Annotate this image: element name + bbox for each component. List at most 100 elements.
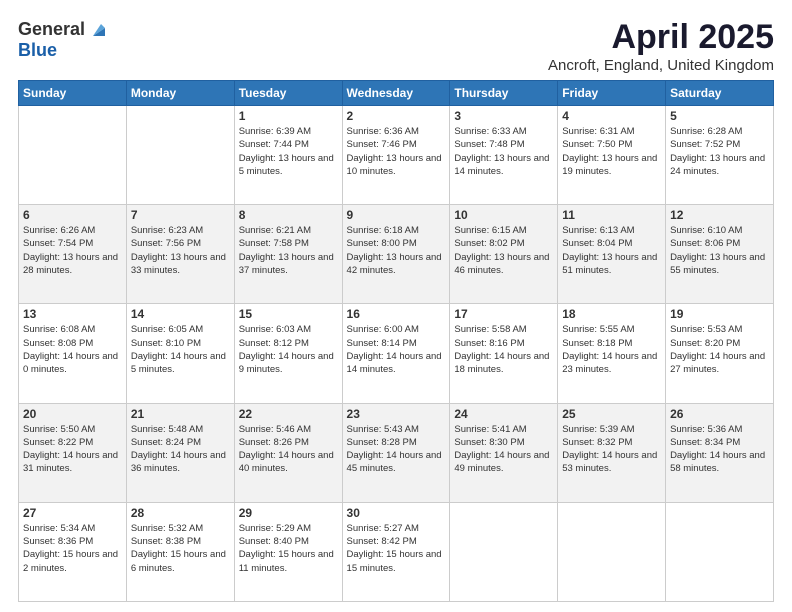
calendar-cell: 21 Sunrise: 5:48 AMSunset: 8:24 PMDayligh… [126,403,234,502]
calendar-cell [558,502,666,601]
calendar-cell: 29 Sunrise: 5:29 AMSunset: 8:40 PMDayligh… [234,502,342,601]
calendar-cell: 18 Sunrise: 5:55 AMSunset: 8:18 PMDayligh… [558,304,666,403]
day-info: Sunrise: 6:03 AMSunset: 8:12 PMDaylight:… [239,323,338,376]
day-info: Sunrise: 5:34 AMSunset: 8:36 PMDaylight:… [23,522,122,575]
week-row-3: 13 Sunrise: 6:08 AMSunset: 8:08 PMDayligh… [19,304,774,403]
day-info: Sunrise: 5:58 AMSunset: 8:16 PMDaylight:… [454,323,553,376]
calendar-cell: 5Sunrise: 6:28 AMSunset: 7:52 PMDaylight… [666,106,774,205]
day-number: 11 [562,208,661,222]
day-number: 7 [131,208,230,222]
day-info: Sunrise: 5:39 AMSunset: 8:32 PMDaylight:… [562,423,661,476]
week-row-4: 20 Sunrise: 5:50 AMSunset: 8:22 PMDayligh… [19,403,774,502]
day-info: Sunrise: 6:23 AMSunset: 7:56 PMDaylight:… [131,224,230,277]
calendar-cell [450,502,558,601]
day-number: 19 [670,307,769,321]
calendar-cell: 6 Sunrise: 6:26 AMSunset: 7:54 PMDaylight… [19,205,127,304]
day-number: 10 [454,208,553,222]
day-info: Sunrise: 6:31 AMSunset: 7:50 PMDaylight:… [562,125,661,178]
calendar-cell: 17Sunrise: 5:58 AMSunset: 8:16 PMDayligh… [450,304,558,403]
week-row-1: 1 Sunrise: 6:39 AMSunset: 7:44 PMDaylight… [19,106,774,205]
day-number: 1 [239,109,338,123]
day-info: Sunrise: 6:18 AMSunset: 8:00 PMDaylight:… [347,224,446,277]
day-info: Sunrise: 6:13 AMSunset: 8:04 PMDaylight:… [562,224,661,277]
title-area: April 2025 Ancroft, England, United King… [548,18,774,74]
calendar-cell: 14 Sunrise: 6:05 AMSunset: 8:10 PMDayligh… [126,304,234,403]
calendar-cell: 30 Sunrise: 5:27 AMSunset: 8:42 PMDayligh… [342,502,450,601]
day-number: 6 [23,208,122,222]
calendar-cell: 3Sunrise: 6:33 AMSunset: 7:48 PMDaylight… [450,106,558,205]
day-info: Sunrise: 6:21 AMSunset: 7:58 PMDaylight:… [239,224,338,277]
day-info: Sunrise: 6:39 AMSunset: 7:44 PMDaylight:… [239,125,338,178]
calendar-cell: 15 Sunrise: 6:03 AMSunset: 8:12 PMDayligh… [234,304,342,403]
header-row: SundayMondayTuesdayWednesdayThursdayFrid… [19,81,774,106]
calendar-cell: 26 Sunrise: 5:36 AMSunset: 8:34 PMDayligh… [666,403,774,502]
calendar-cell: 12 Sunrise: 6:10 AMSunset: 8:06 PMDayligh… [666,205,774,304]
day-info: Sunrise: 5:46 AMSunset: 8:26 PMDaylight:… [239,423,338,476]
logo: General Blue [18,18,109,61]
calendar-cell: 22Sunrise: 5:46 AMSunset: 8:26 PMDayligh… [234,403,342,502]
day-number: 3 [454,109,553,123]
col-header-friday: Friday [558,81,666,106]
day-number: 25 [562,407,661,421]
day-info: Sunrise: 5:43 AMSunset: 8:28 PMDaylight:… [347,423,446,476]
day-number: 30 [347,506,446,520]
calendar-cell: 28Sunrise: 5:32 AMSunset: 8:38 PMDayligh… [126,502,234,601]
day-info: Sunrise: 6:08 AMSunset: 8:08 PMDaylight:… [23,323,122,376]
col-header-wednesday: Wednesday [342,81,450,106]
calendar-cell: 7 Sunrise: 6:23 AMSunset: 7:56 PMDaylight… [126,205,234,304]
calendar-cell: 23Sunrise: 5:43 AMSunset: 8:28 PMDayligh… [342,403,450,502]
day-number: 20 [23,407,122,421]
day-info: Sunrise: 5:55 AMSunset: 8:18 PMDaylight:… [562,323,661,376]
day-info: Sunrise: 6:00 AMSunset: 8:14 PMDaylight:… [347,323,446,376]
month-title: April 2025 [548,18,774,57]
calendar-cell: 27 Sunrise: 5:34 AMSunset: 8:36 PMDayligh… [19,502,127,601]
calendar-cell: 24Sunrise: 5:41 AMSunset: 8:30 PMDayligh… [450,403,558,502]
day-number: 14 [131,307,230,321]
day-number: 16 [347,307,446,321]
calendar-cell [19,106,127,205]
col-header-tuesday: Tuesday [234,81,342,106]
calendar-cell [666,502,774,601]
day-number: 29 [239,506,338,520]
day-info: Sunrise: 5:27 AMSunset: 8:42 PMDaylight:… [347,522,446,575]
week-row-5: 27 Sunrise: 5:34 AMSunset: 8:36 PMDayligh… [19,502,774,601]
calendar-cell: 13 Sunrise: 6:08 AMSunset: 8:08 PMDayligh… [19,304,127,403]
calendar-cell: 10Sunrise: 6:15 AMSunset: 8:02 PMDayligh… [450,205,558,304]
col-header-saturday: Saturday [666,81,774,106]
calendar-cell: 9 Sunrise: 6:18 AMSunset: 8:00 PMDaylight… [342,205,450,304]
day-number: 12 [670,208,769,222]
day-number: 21 [131,407,230,421]
calendar-cell [126,106,234,205]
day-info: Sunrise: 6:10 AMSunset: 8:06 PMDaylight:… [670,224,769,277]
day-info: Sunrise: 6:26 AMSunset: 7:54 PMDaylight:… [23,224,122,277]
calendar-cell: 2Sunrise: 6:36 AMSunset: 7:46 PMDaylight… [342,106,450,205]
col-header-monday: Monday [126,81,234,106]
day-info: Sunrise: 5:29 AMSunset: 8:40 PMDaylight:… [239,522,338,575]
day-info: Sunrise: 5:50 AMSunset: 8:22 PMDaylight:… [23,423,122,476]
logo-blue-text: Blue [18,40,57,60]
day-number: 9 [347,208,446,222]
day-number: 18 [562,307,661,321]
day-info: Sunrise: 5:48 AMSunset: 8:24 PMDaylight:… [131,423,230,476]
day-number: 26 [670,407,769,421]
day-number: 4 [562,109,661,123]
day-number: 8 [239,208,338,222]
calendar-cell: 19Sunrise: 5:53 AMSunset: 8:20 PMDayligh… [666,304,774,403]
col-header-thursday: Thursday [450,81,558,106]
logo-icon [87,18,109,40]
day-number: 15 [239,307,338,321]
location: Ancroft, England, United Kingdom [548,57,774,74]
day-number: 13 [23,307,122,321]
day-info: Sunrise: 6:05 AMSunset: 8:10 PMDaylight:… [131,323,230,376]
day-number: 5 [670,109,769,123]
calendar-cell: 8 Sunrise: 6:21 AMSunset: 7:58 PMDaylight… [234,205,342,304]
day-info: Sunrise: 5:32 AMSunset: 8:38 PMDaylight:… [131,522,230,575]
day-info: Sunrise: 5:36 AMSunset: 8:34 PMDaylight:… [670,423,769,476]
calendar-cell: 1 Sunrise: 6:39 AMSunset: 7:44 PMDaylight… [234,106,342,205]
day-number: 27 [23,506,122,520]
calendar-cell: 16 Sunrise: 6:00 AMSunset: 8:14 PMDayligh… [342,304,450,403]
logo-general-text: General [18,19,85,40]
header: General Blue April 2025 Ancroft, England… [18,18,774,74]
day-info: Sunrise: 5:41 AMSunset: 8:30 PMDaylight:… [454,423,553,476]
page: General Blue April 2025 Ancroft, England… [0,0,792,612]
